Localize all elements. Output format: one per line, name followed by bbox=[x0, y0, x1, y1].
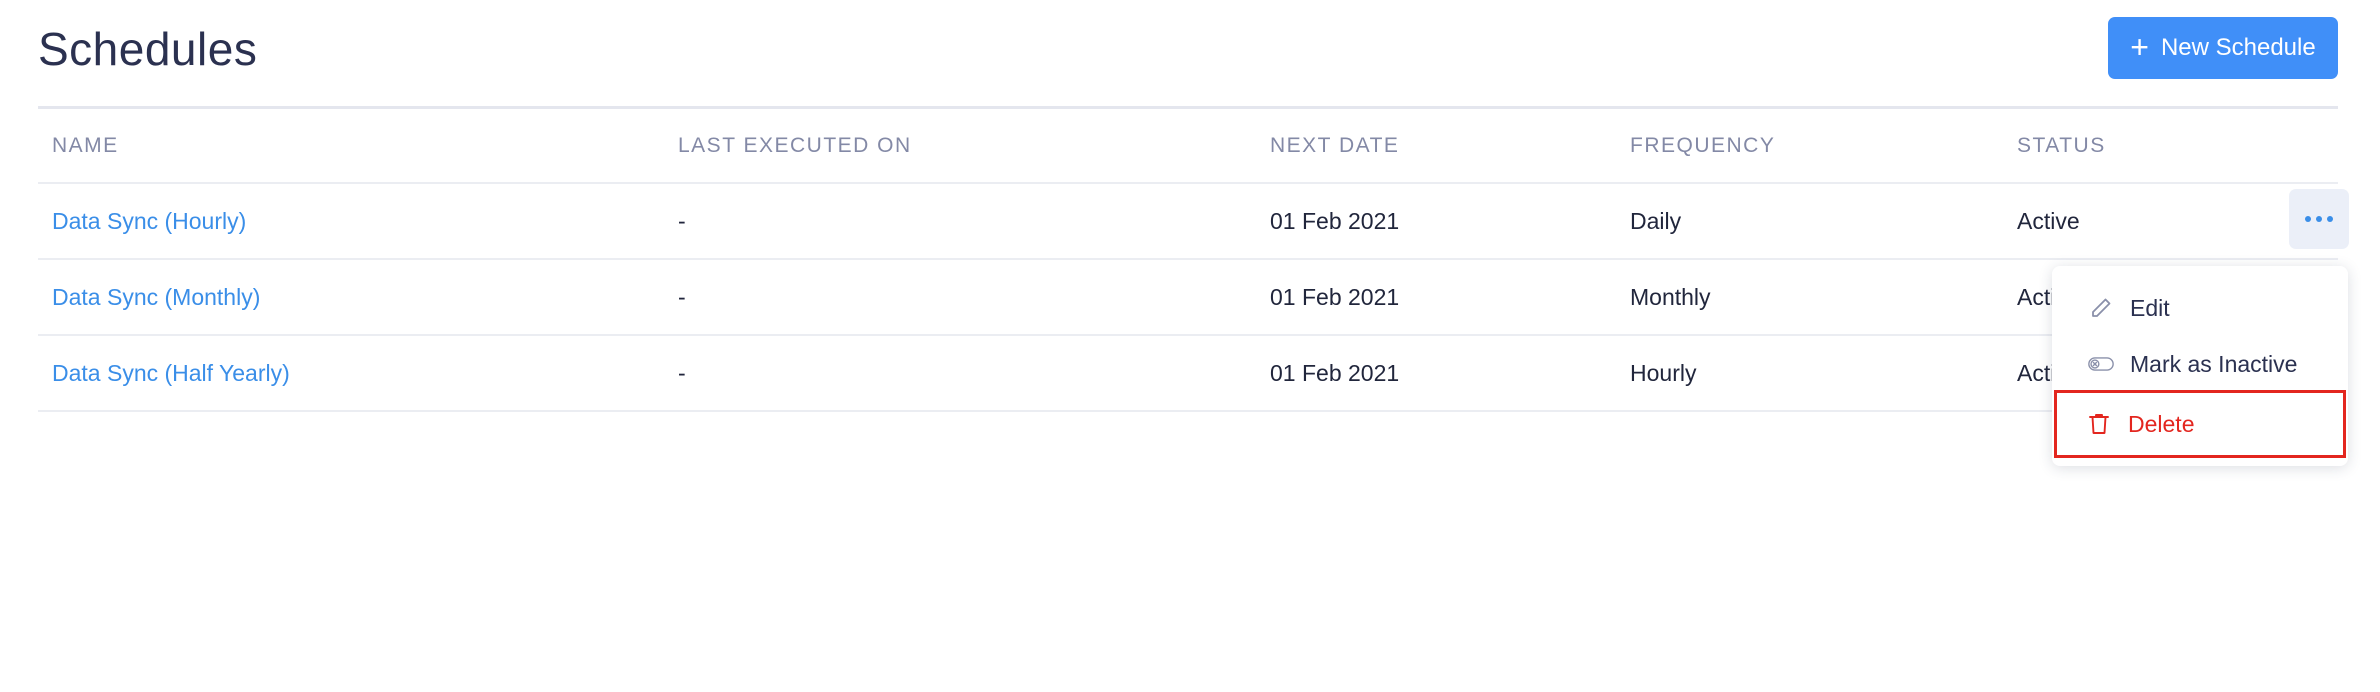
new-schedule-button[interactable]: + New Schedule bbox=[2108, 17, 2338, 79]
table-row[interactable]: Data Sync (Hourly) - 01 Feb 2021 Daily A… bbox=[38, 183, 2338, 260]
schedule-name-link[interactable]: Data Sync (Half Yearly) bbox=[52, 360, 290, 386]
page-title: Schedules bbox=[38, 23, 258, 75]
cell-next-date: 01 Feb 2021 bbox=[1256, 259, 1616, 336]
column-header-status[interactable]: STATUS bbox=[2003, 109, 2338, 184]
menu-item-mark-inactive[interactable]: Mark as Inactive bbox=[2052, 338, 2348, 390]
pencil-icon bbox=[2088, 295, 2114, 321]
cell-frequency: Hourly bbox=[1616, 335, 2003, 412]
cell-next-date: 01 Feb 2021 bbox=[1256, 335, 1616, 412]
cell-next-date: 01 Feb 2021 bbox=[1256, 183, 1616, 260]
cell-status: Active bbox=[2003, 183, 2338, 260]
schedules-table: NAME LAST EXECUTED ON NEXT DATE FREQUENC… bbox=[38, 109, 2338, 412]
cell-name[interactable]: Data Sync (Hourly) bbox=[38, 183, 664, 260]
table-header-row: NAME LAST EXECUTED ON NEXT DATE FREQUENC… bbox=[38, 109, 2338, 184]
menu-item-delete[interactable]: Delete bbox=[2054, 390, 2346, 458]
menu-item-delete-label: Delete bbox=[2128, 410, 2195, 437]
cell-name[interactable]: Data Sync (Monthly) bbox=[38, 259, 664, 336]
menu-item-mark-inactive-label: Mark as Inactive bbox=[2130, 350, 2298, 377]
cell-frequency: Daily bbox=[1616, 183, 2003, 260]
column-header-next-date[interactable]: NEXT DATE bbox=[1256, 109, 1616, 184]
trash-icon bbox=[2086, 411, 2112, 437]
cell-last-executed: - bbox=[664, 259, 1256, 336]
row-actions-button[interactable] bbox=[2289, 189, 2349, 249]
cell-name[interactable]: Data Sync (Half Yearly) bbox=[38, 335, 664, 412]
cell-frequency: Monthly bbox=[1616, 259, 2003, 336]
table-row[interactable]: Data Sync (Half Yearly) - 01 Feb 2021 Ho… bbox=[38, 335, 2338, 412]
table-row[interactable]: Data Sync (Monthly) - 01 Feb 2021 Monthl… bbox=[38, 259, 2338, 336]
cell-last-executed: - bbox=[664, 183, 1256, 260]
column-header-name[interactable]: NAME bbox=[38, 109, 664, 184]
menu-item-edit[interactable]: Edit bbox=[2052, 282, 2348, 334]
menu-item-edit-label: Edit bbox=[2130, 294, 2170, 321]
more-horizontal-icon bbox=[2305, 216, 2333, 222]
plus-icon: + bbox=[2130, 28, 2149, 65]
column-header-last-executed[interactable]: LAST EXECUTED ON bbox=[664, 109, 1256, 184]
schedule-name-link[interactable]: Data Sync (Monthly) bbox=[52, 284, 260, 310]
cell-last-executed: - bbox=[664, 335, 1256, 412]
schedules-page: Schedules + New Schedule NAME LAST EXECU… bbox=[0, 0, 2380, 692]
schedule-name-link[interactable]: Data Sync (Hourly) bbox=[52, 208, 246, 234]
new-schedule-label: New Schedule bbox=[2160, 34, 2316, 61]
toggle-off-icon bbox=[2088, 351, 2114, 377]
column-header-frequency[interactable]: FREQUENCY bbox=[1616, 109, 2003, 184]
